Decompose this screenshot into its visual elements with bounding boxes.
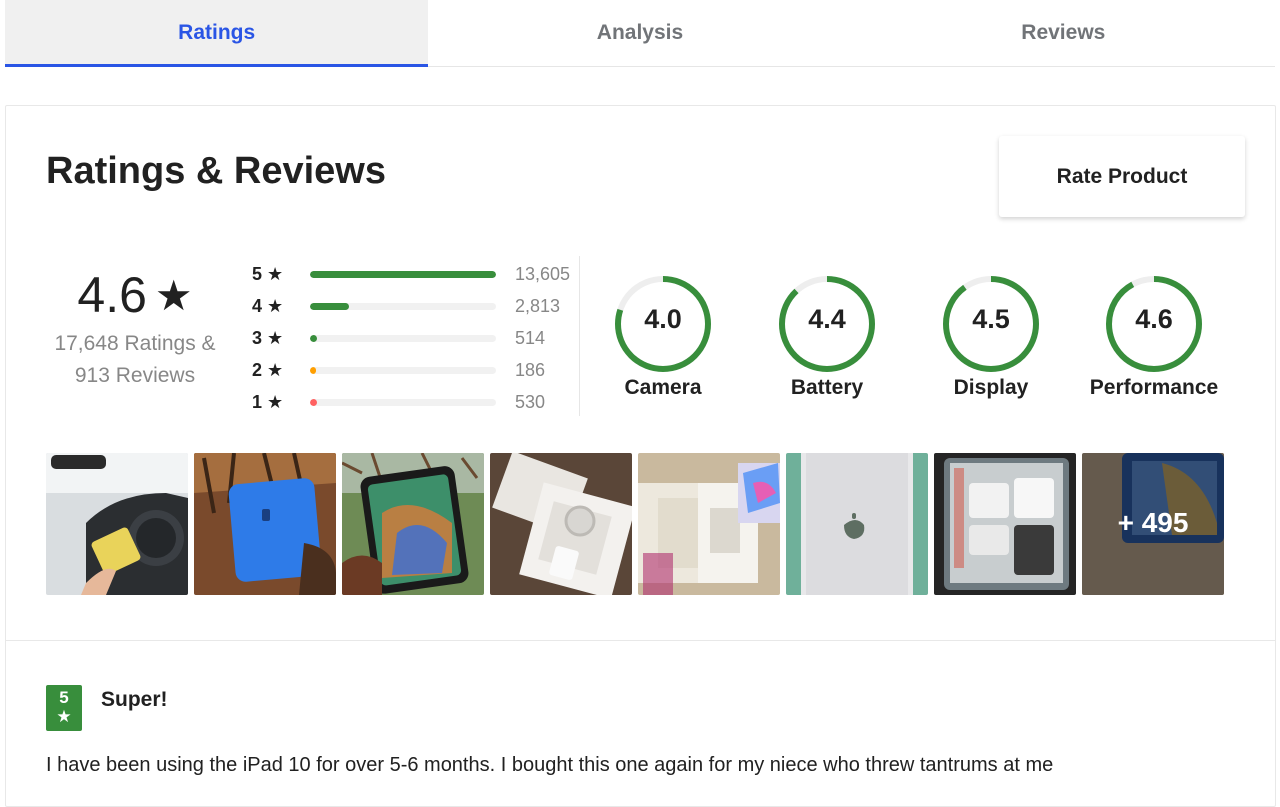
vertical-divider [579,256,580,416]
distribution-bar-fill [310,398,318,406]
aspect-label: Battery [790,376,864,399]
overall-rating-value: 4.6 [77,267,147,323]
distribution-row-3: 3 ★ 514 [252,322,582,354]
ratings-count: 17,648 Ratings & [54,332,216,355]
rate-product-button[interactable]: Rate Product [999,136,1245,217]
more-photos-count: + 495 [1117,507,1189,538]
distribution-count: 13,605 [515,263,571,284]
reviews-count: 913 Reviews [74,364,196,387]
distribution-bar-fill [310,334,318,342]
aspect-performance: 4.6 Performance [1074,274,1234,400]
tab-analysis[interactable]: Analysis [428,0,851,66]
distribution-count: 514 [515,327,546,348]
distribution-row-5: 5 ★ 13,605 [252,258,582,290]
review-title: Super! [101,688,168,711]
distribution-bar [310,398,496,406]
star-level-label: 5 ★ [252,263,284,284]
distribution-bar-fill [310,366,316,374]
aspect-rating-value: 4.4 [808,304,846,334]
review-photo-thumbnail[interactable] [490,453,632,595]
distribution-count: 530 [515,391,546,412]
distribution-bar-fill [310,302,350,310]
distribution-count: 186 [515,359,546,380]
rating-distribution: 5 ★ 13,605 4 ★ 2,813 3 ★ 514 2 ★ 186 1 ★… [252,258,582,418]
review-rating-value: 5 [59,688,69,707]
review-text: I have been using the iPad 10 for over 5… [46,754,1054,776]
distribution-bar [310,366,496,374]
star-level-label: 1 ★ [252,391,284,412]
tab-bar: Ratings Analysis Reviews [5,0,1275,67]
distribution-bar [310,270,496,278]
rating-ring: 4.0 [613,274,713,374]
aspect-rating-value: 4.6 [1135,304,1173,334]
aspect-rating-value: 4.5 [972,304,1010,334]
overall-rating: 4.6 ★ 17,648 Ratings & 913 Reviews [46,266,224,392]
aspect-label: Display [953,376,1029,399]
aspect-display: 4.5 Display [911,274,1071,400]
aspect-rating-value: 4.0 [644,304,682,334]
distribution-count: 2,813 [515,295,561,316]
review-photo-thumbnail[interactable] [934,453,1076,595]
distribution-row-2: 2 ★ 186 [252,354,582,386]
aspect-battery: 4.4 Battery [747,274,907,400]
aspect-camera: 4.0 Camera [583,274,743,400]
review-photo-thumbnail[interactable] [638,453,780,595]
review-photo-strip: + 495 [46,453,1224,595]
rating-ring: 4.5 [941,274,1041,374]
review-photo-thumbnail[interactable] [342,453,484,595]
distribution-row-4: 4 ★ 2,813 [252,290,582,322]
distribution-bar-fill [310,270,496,278]
review-rating-badge: 5 ★ [46,685,82,731]
aspect-label: Performance [1089,376,1219,399]
review-photo-thumbnail[interactable] [46,453,188,595]
rating-ring: 4.4 [777,274,877,374]
distribution-bar [310,334,496,342]
section-title: Ratings & Reviews [46,150,386,192]
star-level-label: 3 ★ [252,327,284,348]
review-photo-thumbnail[interactable] [786,453,928,595]
rating-ring: 4.6 [1104,274,1204,374]
star-icon: ★ [154,271,193,319]
tab-ratings[interactable]: Ratings [5,0,429,67]
tab-reviews[interactable]: Reviews [852,0,1275,66]
review-photo-thumbnail[interactable] [194,453,336,595]
star-level-label: 2 ★ [252,359,284,380]
distribution-bar [310,302,496,310]
section-divider [6,640,1275,641]
distribution-row-1: 1 ★ 530 [252,386,582,418]
star-icon: ★ [56,707,72,726]
star-level-label: 4 ★ [252,295,284,316]
aspect-label: Camera [624,376,702,399]
ratings-card: Ratings & Reviews Rate Product 4.6 ★ 17,… [5,105,1276,807]
review-photo-more[interactable]: + 495 [1082,453,1224,595]
